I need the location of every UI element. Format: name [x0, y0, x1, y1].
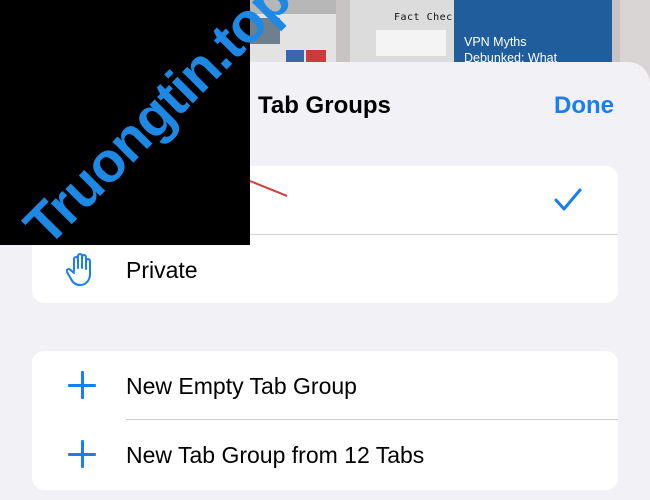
plus-icon — [68, 371, 96, 399]
app-screen: Fact Chec VPN Myths Debunked: What Tab G… — [0, 0, 650, 500]
thumbnail-paper — [376, 30, 446, 56]
sheet-title: Tab Groups — [258, 92, 391, 119]
watermark-overlay: Truongtin.top — [0, 0, 302, 257]
new-group-label: New Tab Group from 12 Tabs — [126, 442, 425, 468]
thumbnail-title-line: VPN Myths — [464, 35, 527, 49]
plus-icon — [68, 440, 96, 468]
watermark-text: Truongtin.top — [11, 0, 303, 257]
tab-group-row-private[interactable]: Private — [32, 235, 618, 303]
hand-icon — [66, 253, 91, 286]
new-tab-group-list: New Empty Tab Group New Tab Group from 1… — [32, 351, 618, 490]
thumbnail-photo-text: Fact Chec — [394, 12, 453, 23]
new-group-label: New Empty Tab Group — [126, 373, 357, 399]
tab-group-label: Private — [126, 257, 198, 283]
new-tab-group-from-tabs-button[interactable]: New Tab Group from 12 Tabs — [32, 420, 618, 488]
done-button[interactable]: Done — [554, 92, 614, 120]
checkmark-icon — [554, 188, 582, 211]
new-empty-tab-group-button[interactable]: New Empty Tab Group — [32, 351, 618, 419]
